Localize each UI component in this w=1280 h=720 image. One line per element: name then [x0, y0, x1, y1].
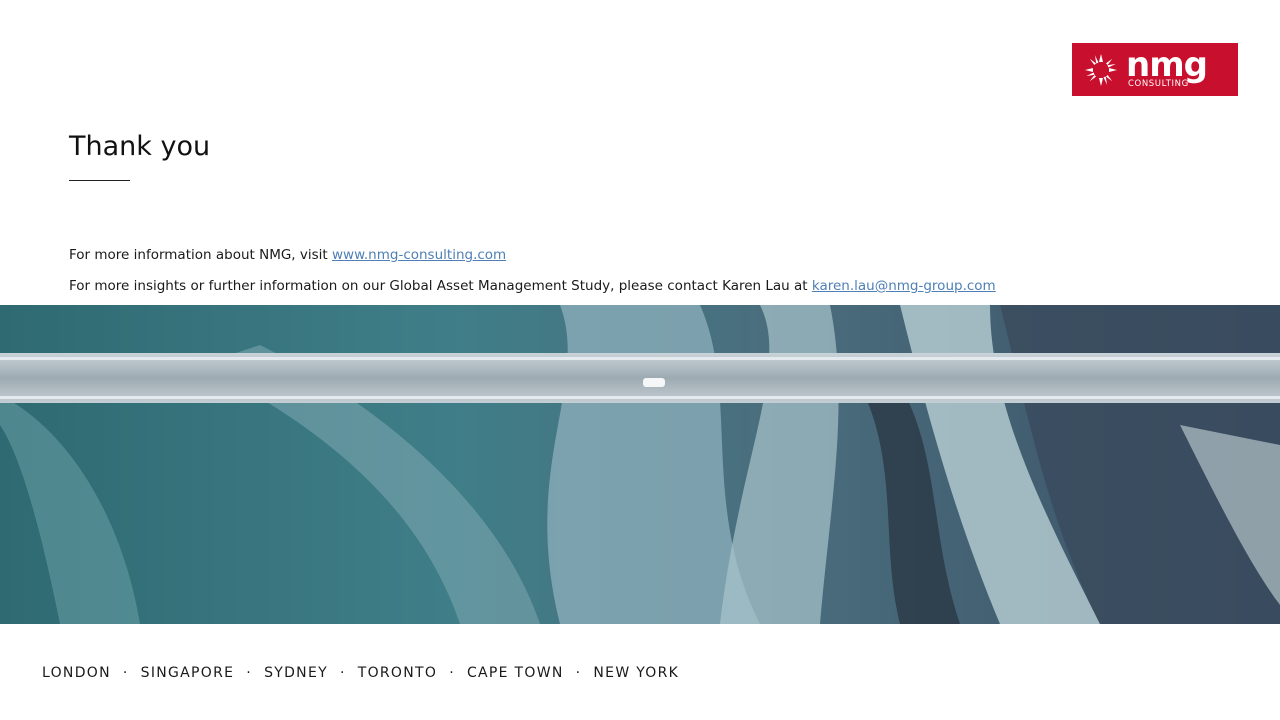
city-sydney: SYDNEY: [264, 665, 328, 681]
car-icon: [643, 378, 665, 387]
starburst-icon: [1085, 54, 1117, 86]
separator-dot: ·: [246, 665, 253, 681]
separator-dot: ·: [575, 665, 582, 681]
info-text-website: For more information about NMG, visit: [69, 247, 332, 263]
email-link[interactable]: karen.lau@nmg-group.com: [812, 278, 996, 294]
separator-dot: ·: [339, 665, 346, 681]
aerial-bridge-river-image: [0, 305, 1280, 624]
office-locations: LONDON · SINGAPORE · SYDNEY · TORONTO · CAPE TOW…: [42, 663, 679, 683]
nmg-logo: nmg CONSULTING: [1072, 43, 1238, 96]
title-underline: [69, 180, 130, 181]
city-toronto: TORONTO: [357, 665, 438, 681]
city-london: LONDON: [42, 665, 111, 681]
city-cape-town: CAPE TOWN: [466, 665, 564, 681]
website-link[interactable]: www.nmg-consulting.com: [332, 247, 506, 263]
separator-dot: ·: [122, 665, 129, 681]
city-new-york: NEW YORK: [593, 665, 680, 681]
slide: nmg CONSULTING Thank you For more inform…: [0, 0, 1280, 720]
info-line-contact: For more insights or further information…: [69, 277, 996, 295]
separator-dot: ·: [449, 665, 455, 681]
page-title: Thank you: [69, 131, 211, 162]
city-singapore: SINGAPORE: [140, 665, 235, 681]
logo-subtitle: CONSULTING: [1128, 79, 1189, 89]
info-text-contact: For more insights or further information…: [69, 278, 812, 294]
info-line-website: For more information about NMG, visit ww…: [69, 246, 506, 264]
